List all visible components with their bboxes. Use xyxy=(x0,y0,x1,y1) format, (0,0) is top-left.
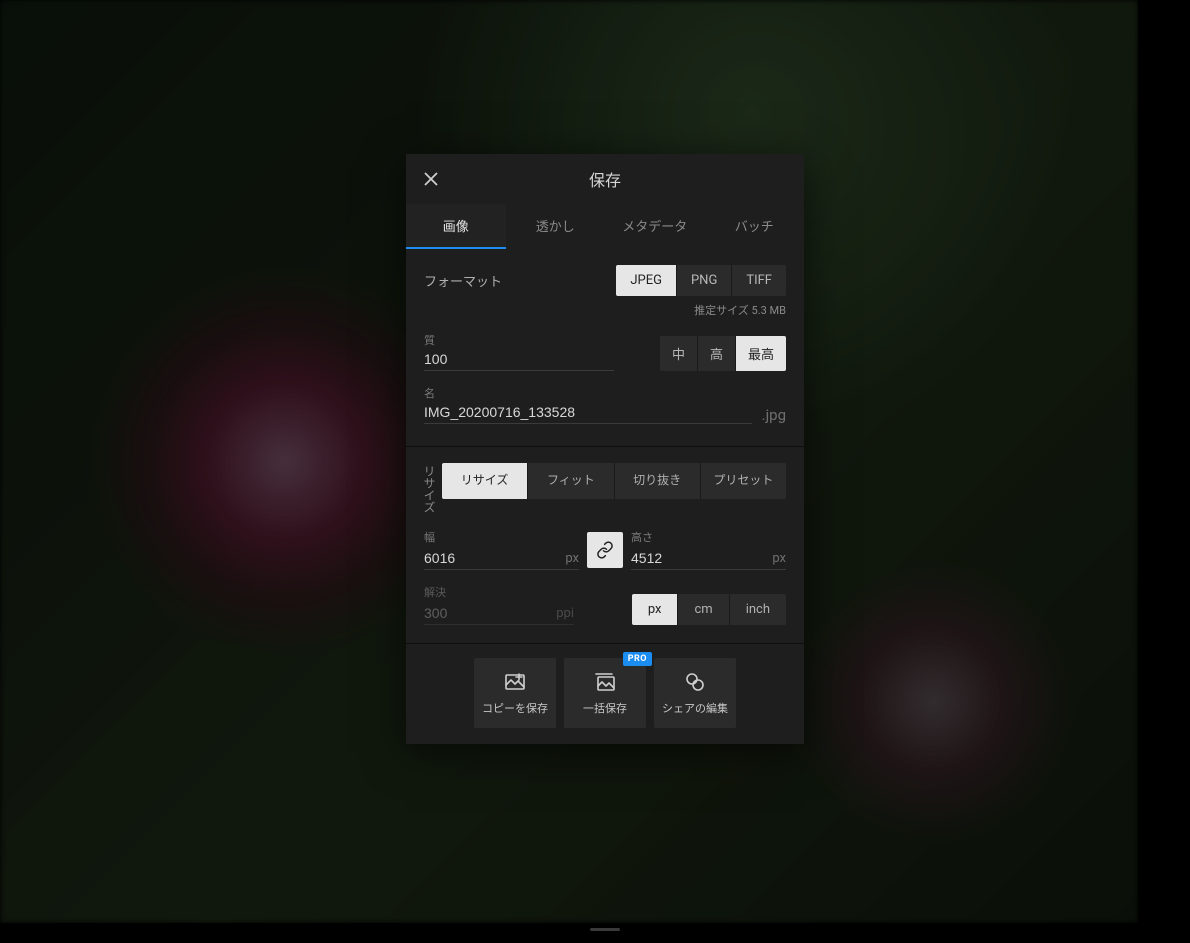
tab-watermark[interactable]: 透かし xyxy=(506,204,606,249)
batch-save-icon xyxy=(593,670,617,694)
quality-field: 質 xyxy=(424,332,614,371)
aspect-lock-button[interactable] xyxy=(587,532,623,568)
resolution-label: 解決 xyxy=(424,584,574,600)
section-format: フォーマット JPEG PNG TIFF 推定サイズ 5.3 MB 質 中 高 … xyxy=(406,249,804,446)
unit-inch-button[interactable]: inch xyxy=(729,594,786,625)
format-label: フォーマット xyxy=(424,271,502,290)
resize-mode-resize[interactable]: リサイズ xyxy=(442,463,527,499)
tab-metadata[interactable]: メタデータ xyxy=(605,204,705,249)
width-label: 幅 xyxy=(424,529,579,545)
format-tiff-button[interactable]: TIFF xyxy=(731,265,786,296)
batch-save-button[interactable]: PRO 一括保存 xyxy=(564,658,646,728)
tab-batch[interactable]: バッチ xyxy=(705,204,805,249)
dialog-header: 保存 xyxy=(406,154,804,204)
resize-label: リサイズ xyxy=(424,465,438,513)
quality-button-group: 中 高 最高 xyxy=(660,336,786,371)
batch-save-label: 一括保存 xyxy=(583,700,627,716)
resize-mode-preset-label: プリセット xyxy=(713,474,773,487)
app-bottom-bar xyxy=(0,923,1190,943)
unit-px-button[interactable]: px xyxy=(632,594,678,625)
resolution-field: 解決 ppi xyxy=(424,584,574,625)
resize-mode-crop-label: 切り抜き xyxy=(633,474,681,487)
pro-badge: PRO xyxy=(623,652,652,666)
format-png-button[interactable]: PNG xyxy=(676,265,731,296)
resolution-input xyxy=(424,602,574,625)
quality-label: 質 xyxy=(424,332,614,348)
dialog-title: 保存 xyxy=(589,167,621,191)
save-copy-icon xyxy=(503,670,527,694)
width-field: 幅 px xyxy=(424,529,579,570)
share-edit-icon xyxy=(683,670,707,694)
section-resize: リサイズ リサイズ フィット 切り抜き プリセット 幅 px 高さ xyxy=(406,446,804,643)
height-unit: px xyxy=(772,551,786,566)
save-copy-label: コピーを保存 xyxy=(482,700,548,716)
resize-mode-preset[interactable]: プリセット xyxy=(700,463,786,499)
height-field: 高さ px xyxy=(631,529,786,570)
resolution-unit: ppi xyxy=(556,606,574,621)
resize-mode-crop[interactable]: 切り抜き xyxy=(614,463,700,499)
resize-mode-group: リサイズ フィット 切り抜き プリセット xyxy=(442,463,786,499)
dialog-actions: コピーを保存 PRO 一括保存 シェアの編集 xyxy=(406,643,804,744)
filename-extension: .jpg xyxy=(752,406,786,424)
app-right-bar xyxy=(1138,0,1190,943)
filename-label: 名 xyxy=(424,385,752,401)
bottom-drag-handle[interactable] xyxy=(590,928,620,931)
height-input[interactable] xyxy=(631,547,786,570)
quality-input[interactable] xyxy=(424,348,614,371)
resize-mode-resize-label: リサイズ xyxy=(461,474,509,487)
resize-mode-fit[interactable]: フィット xyxy=(527,463,613,499)
share-edit-button[interactable]: シェアの編集 xyxy=(654,658,736,728)
quality-best-button[interactable]: 最高 xyxy=(735,336,786,371)
tab-image[interactable]: 画像 xyxy=(406,204,506,249)
filename-field: 名 xyxy=(424,385,752,424)
close-icon xyxy=(423,171,439,187)
format-button-group: JPEG PNG TIFF xyxy=(616,265,786,296)
link-icon xyxy=(596,541,614,559)
width-input[interactable] xyxy=(424,547,579,570)
dialog-tabs: 画像 透かし メタデータ バッチ xyxy=(406,204,804,249)
filename-input[interactable] xyxy=(424,401,752,424)
share-edit-label: シェアの編集 xyxy=(662,700,728,716)
height-label: 高さ xyxy=(631,529,786,545)
save-dialog: 保存 画像 透かし メタデータ バッチ フォーマット JPEG PNG TIFF… xyxy=(406,154,804,744)
resize-mode-fit-label: フィット xyxy=(547,474,595,487)
unit-cm-button[interactable]: cm xyxy=(677,594,728,625)
estimated-size-label: 推定サイズ 5.3 MB xyxy=(424,302,786,318)
width-unit: px xyxy=(565,551,579,566)
quality-medium-button[interactable]: 中 xyxy=(660,336,697,371)
close-button[interactable] xyxy=(420,168,442,190)
save-copy-button[interactable]: コピーを保存 xyxy=(474,658,556,728)
unit-button-group: px cm inch xyxy=(632,594,786,625)
format-jpeg-button[interactable]: JPEG xyxy=(616,265,676,296)
quality-high-button[interactable]: 高 xyxy=(697,336,735,371)
